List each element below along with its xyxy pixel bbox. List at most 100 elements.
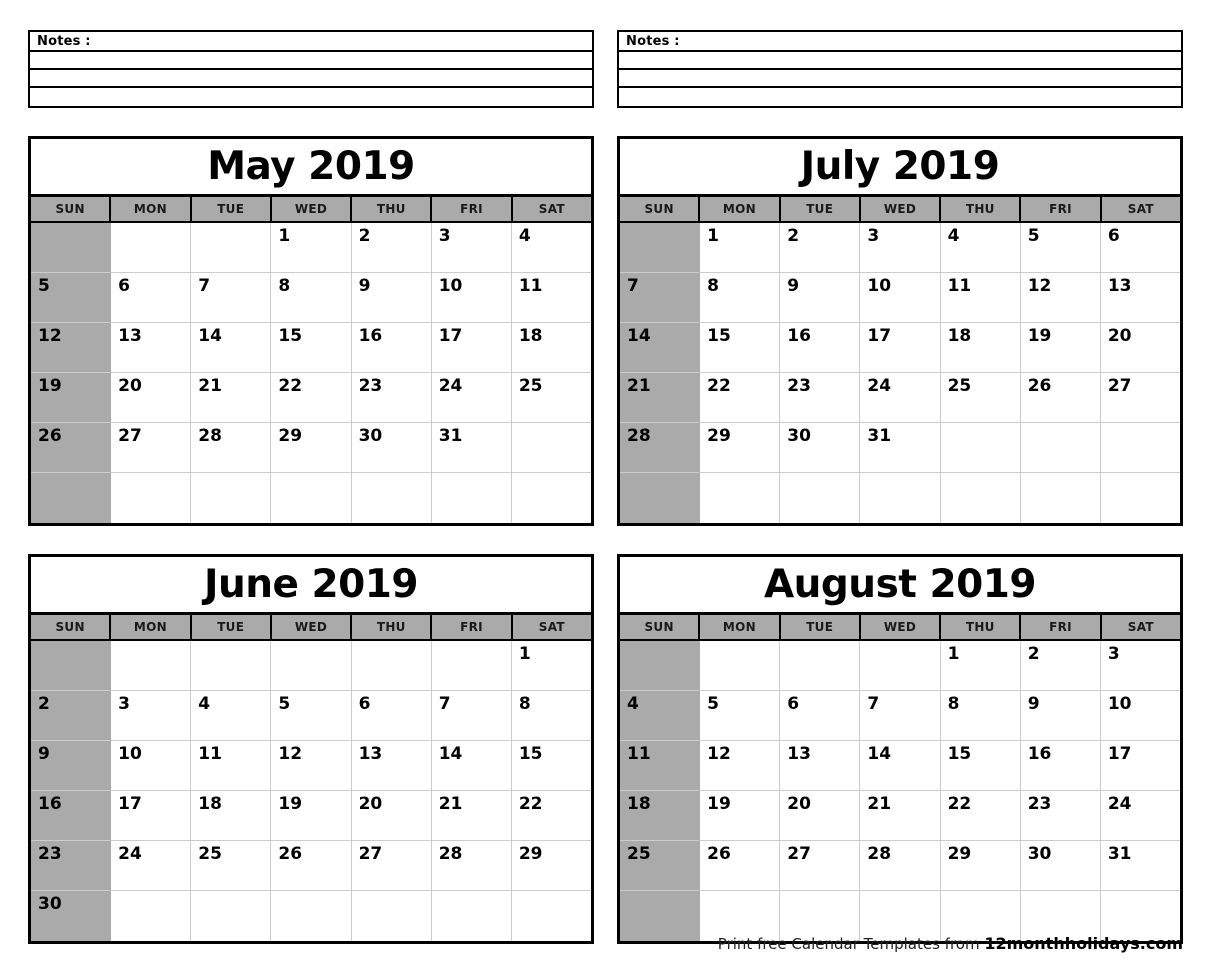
day-cell-empty[interactable] — [31, 641, 112, 691]
day-cell[interactable]: 16 — [780, 323, 861, 373]
day-cell[interactable]: 8 — [700, 273, 781, 323]
day-cell[interactable]: 13 — [111, 323, 192, 373]
day-cell[interactable]: 16 — [1020, 741, 1101, 791]
day-cell[interactable]: 24 — [1100, 791, 1180, 841]
day-cell[interactable]: 26 — [1020, 373, 1101, 423]
day-cell[interactable]: 15 — [940, 741, 1021, 791]
day-cell[interactable]: 5 — [31, 273, 112, 323]
day-cell-empty[interactable] — [31, 473, 112, 523]
day-cell[interactable]: 17 — [111, 791, 192, 841]
day-cell[interactable]: 26 — [271, 841, 352, 891]
day-cell[interactable]: 25 — [620, 841, 701, 891]
day-cell-empty[interactable] — [780, 473, 861, 523]
day-cell[interactable]: 9 — [351, 273, 432, 323]
day-cell-empty[interactable] — [1100, 423, 1180, 473]
day-cell[interactable]: 29 — [940, 841, 1021, 891]
day-cell[interactable]: 10 — [1100, 691, 1180, 741]
day-cell[interactable]: 20 — [780, 791, 861, 841]
day-cell[interactable]: 23 — [351, 373, 432, 423]
day-cell-empty[interactable] — [351, 891, 432, 941]
day-cell[interactable]: 20 — [111, 373, 192, 423]
day-cell-empty[interactable] — [1020, 473, 1101, 523]
day-cell[interactable]: 29 — [511, 841, 591, 891]
day-cell[interactable]: 30 — [31, 891, 112, 941]
day-cell[interactable]: 19 — [1020, 323, 1101, 373]
day-cell[interactable]: 15 — [271, 323, 352, 373]
day-cell[interactable]: 27 — [1100, 373, 1180, 423]
day-cell[interactable]: 30 — [1020, 841, 1101, 891]
day-cell-empty[interactable] — [860, 473, 941, 523]
day-cell-empty[interactable] — [940, 423, 1021, 473]
day-cell-empty[interactable] — [111, 223, 192, 273]
day-cell[interactable]: 21 — [620, 373, 701, 423]
day-cell-empty[interactable] — [191, 641, 272, 691]
day-cell[interactable]: 8 — [271, 273, 352, 323]
day-cell[interactable]: 27 — [111, 423, 192, 473]
day-cell[interactable]: 29 — [700, 423, 781, 473]
day-cell[interactable]: 19 — [271, 791, 352, 841]
day-cell[interactable]: 2 — [351, 223, 432, 273]
day-cell[interactable]: 24 — [860, 373, 941, 423]
day-cell[interactable]: 8 — [940, 691, 1021, 741]
day-cell[interactable]: 5 — [700, 691, 781, 741]
day-cell[interactable]: 24 — [111, 841, 192, 891]
day-cell-empty[interactable] — [431, 641, 512, 691]
day-cell[interactable]: 7 — [860, 691, 941, 741]
day-cell[interactable]: 2 — [780, 223, 861, 273]
day-cell[interactable]: 28 — [620, 423, 701, 473]
day-cell[interactable]: 9 — [1020, 691, 1101, 741]
day-cell[interactable]: 18 — [620, 791, 701, 841]
day-cell[interactable]: 21 — [860, 791, 941, 841]
day-cell[interactable]: 14 — [191, 323, 272, 373]
day-cell[interactable]: 28 — [191, 423, 272, 473]
day-cell-empty[interactable] — [271, 891, 352, 941]
day-cell[interactable]: 22 — [940, 791, 1021, 841]
day-cell[interactable]: 12 — [31, 323, 112, 373]
day-cell[interactable]: 4 — [940, 223, 1021, 273]
day-cell[interactable]: 12 — [1020, 273, 1101, 323]
day-cell[interactable]: 18 — [511, 323, 591, 373]
day-cell[interactable]: 1 — [271, 223, 352, 273]
day-cell[interactable]: 19 — [700, 791, 781, 841]
day-cell[interactable]: 17 — [860, 323, 941, 373]
day-cell[interactable]: 15 — [511, 741, 591, 791]
day-cell[interactable]: 11 — [940, 273, 1021, 323]
day-cell[interactable]: 29 — [271, 423, 352, 473]
day-cell[interactable]: 17 — [431, 323, 512, 373]
day-cell[interactable]: 31 — [1100, 841, 1180, 891]
day-cell[interactable]: 6 — [1100, 223, 1180, 273]
day-cell[interactable]: 10 — [111, 741, 192, 791]
day-cell[interactable]: 19 — [31, 373, 112, 423]
day-cell-empty[interactable] — [431, 891, 512, 941]
day-cell[interactable]: 7 — [431, 691, 512, 741]
day-cell[interactable]: 27 — [351, 841, 432, 891]
day-cell[interactable]: 4 — [191, 691, 272, 741]
day-cell-empty[interactable] — [700, 473, 781, 523]
day-cell[interactable]: 10 — [431, 273, 512, 323]
day-cell-empty[interactable] — [620, 473, 701, 523]
day-cell-empty[interactable] — [511, 891, 591, 941]
day-cell[interactable]: 25 — [191, 841, 272, 891]
day-cell[interactable]: 23 — [1020, 791, 1101, 841]
day-cell[interactable]: 16 — [351, 323, 432, 373]
day-cell-empty[interactable] — [271, 641, 352, 691]
day-cell[interactable]: 13 — [1100, 273, 1180, 323]
day-cell[interactable]: 21 — [191, 373, 272, 423]
day-cell[interactable]: 13 — [351, 741, 432, 791]
day-cell[interactable]: 31 — [431, 423, 512, 473]
day-cell-empty[interactable] — [511, 423, 591, 473]
day-cell[interactable]: 28 — [860, 841, 941, 891]
day-cell-empty[interactable] — [31, 223, 112, 273]
day-cell[interactable]: 3 — [431, 223, 512, 273]
day-cell[interactable]: 9 — [780, 273, 861, 323]
day-cell[interactable]: 1 — [700, 223, 781, 273]
day-cell[interactable]: 6 — [780, 691, 861, 741]
day-cell[interactable]: 16 — [31, 791, 112, 841]
day-cell-empty[interactable] — [1020, 423, 1101, 473]
day-cell[interactable]: 22 — [271, 373, 352, 423]
day-cell[interactable]: 14 — [860, 741, 941, 791]
day-cell[interactable]: 5 — [271, 691, 352, 741]
day-cell[interactable]: 31 — [860, 423, 941, 473]
footer-website-link[interactable]: 12monthholidays.com — [984, 934, 1183, 953]
day-cell[interactable]: 6 — [111, 273, 192, 323]
